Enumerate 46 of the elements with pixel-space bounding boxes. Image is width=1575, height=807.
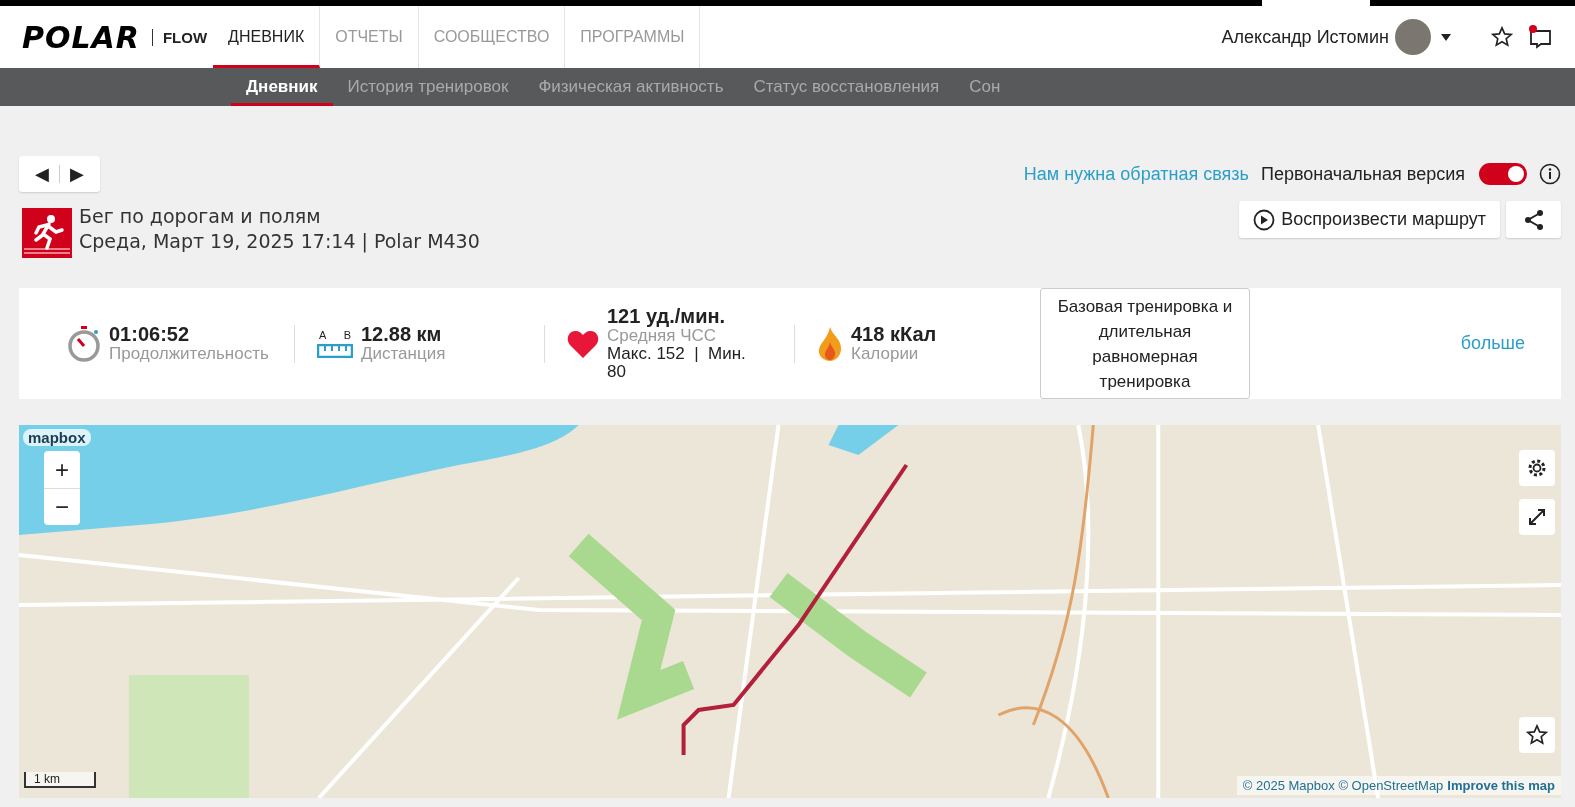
star-icon[interactable] xyxy=(1491,26,1513,48)
next-button[interactable]: ▶ xyxy=(60,163,94,185)
avatar[interactable] xyxy=(1395,19,1431,55)
fullscreen-button[interactable] xyxy=(1519,499,1555,535)
stat-label: Дистанция xyxy=(361,343,446,363)
replay-route-button[interactable]: Воспроизвести маршрут xyxy=(1239,201,1500,238)
training-benefit: Базовая тренировка и длительная равномерная тренировка xyxy=(1040,288,1250,399)
user-name[interactable]: Александр Истомин xyxy=(1221,26,1389,48)
map-scale: 1 km xyxy=(24,772,96,788)
session-title: Бег по дорогам и полям xyxy=(79,204,322,229)
heart-rate-range: Макс. 152 | Мин. 80 xyxy=(607,344,747,381)
subnav-tab[interactable]: Дневник xyxy=(231,68,333,106)
share-icon xyxy=(1522,208,1545,231)
settings-button[interactable] xyxy=(1519,450,1555,486)
point-label: A xyxy=(319,329,327,341)
toggle-label: Первоначальная версия xyxy=(1260,163,1465,185)
point-label: B xyxy=(343,329,351,341)
zoom-out-button[interactable]: − xyxy=(44,488,80,525)
stat-label: Калории xyxy=(851,343,920,363)
caret-icon[interactable] xyxy=(1441,33,1451,41)
star-icon xyxy=(1526,724,1548,746)
map-attribution: © 2025 Mapbox © OpenStreetMap xyxy=(1242,778,1444,793)
stat-value: 12.88 км xyxy=(361,324,443,344)
zoom-in-button[interactable]: + xyxy=(44,451,80,488)
session-subtitle: Среда, Март 19, 2025 17:14 | Polar M430 xyxy=(79,229,480,254)
play-icon xyxy=(1253,208,1276,231)
share-button[interactable] xyxy=(1506,201,1561,238)
improve-map-link[interactable]: Improve this map xyxy=(1447,778,1555,793)
expand-icon xyxy=(1526,506,1548,528)
flame-icon xyxy=(817,325,843,362)
stat-value: 01:06:52 xyxy=(109,324,191,344)
favorite-button[interactable] xyxy=(1519,717,1555,753)
polar-logo[interactable]: POLAR xyxy=(22,19,140,55)
ruler-icon xyxy=(317,344,353,358)
product-name: FLOW xyxy=(151,28,208,46)
stat-value: 121 уд./мин. xyxy=(607,306,727,326)
running-icon xyxy=(22,208,72,258)
heart-icon xyxy=(567,328,599,359)
previous-button[interactable]: ◀ xyxy=(25,163,59,185)
message-icon[interactable] xyxy=(1527,24,1553,50)
stat-value: 418 кКал xyxy=(851,324,937,344)
stopwatch-icon xyxy=(67,324,101,363)
info-icon[interactable] xyxy=(1539,163,1561,185)
stat-label: Продолжительность xyxy=(109,343,269,363)
toggle-switch[interactable] xyxy=(1479,163,1527,185)
mapbox-logo[interactable]: mapbox xyxy=(23,429,91,446)
